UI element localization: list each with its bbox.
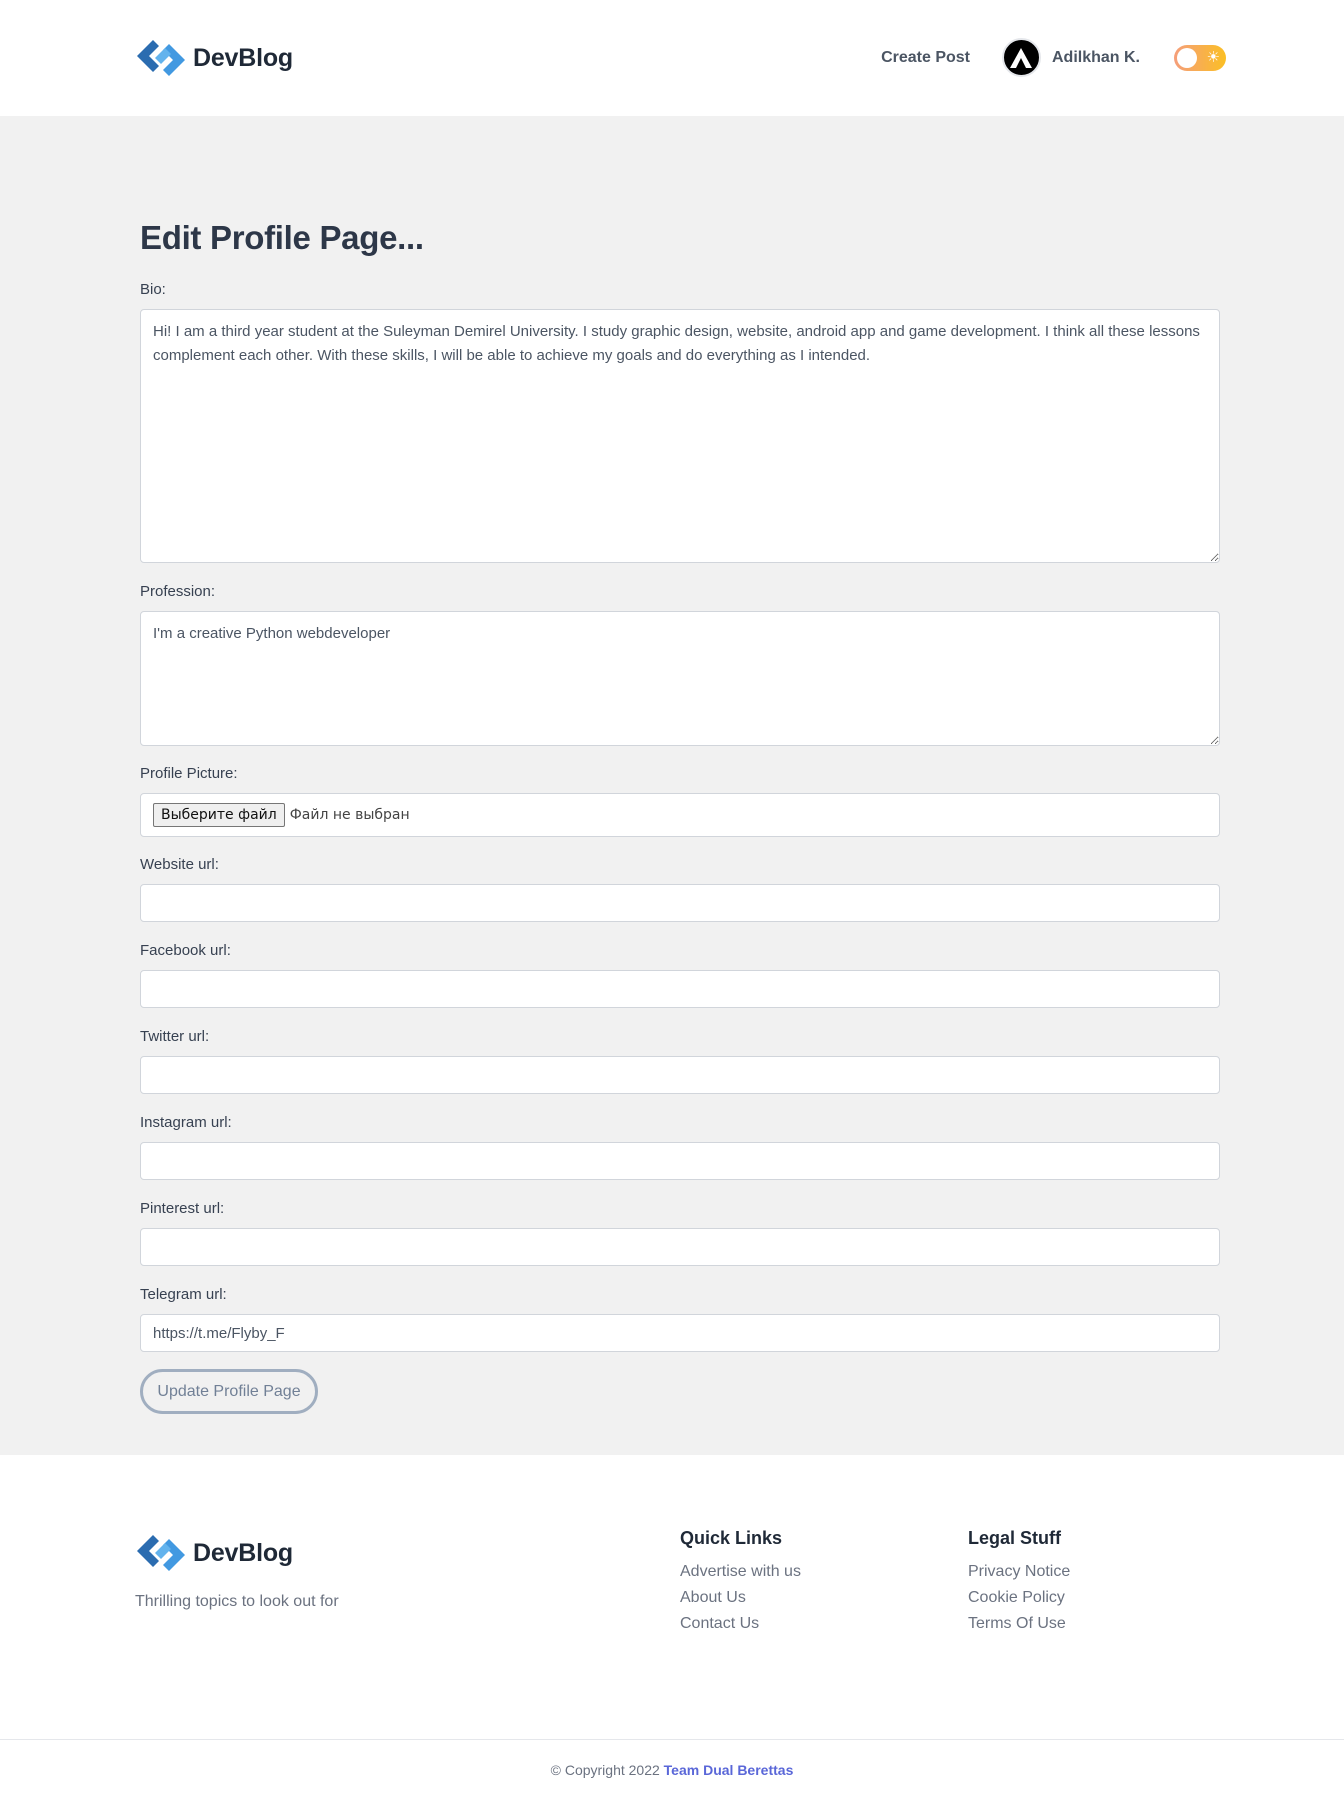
site-header: DevBlog Create Post Adilkhan K. ☀ [0,0,1344,116]
profession-label: Profession: [140,583,216,600]
brand-name: DevBlog [193,43,294,72]
theme-toggle[interactable]: ☀ [1174,44,1226,71]
top-nav: Create Post Adilkhan K. ☀ [881,38,1226,77]
footer-tagline: Thrilling topics to look out for [135,1593,339,1610]
footer-link-advertise[interactable]: Advertise with us [680,1559,801,1585]
page-title: Edit Profile Page... [140,219,424,256]
avatar[interactable] [1001,38,1041,77]
instagram-label: Instagram url: [140,1114,232,1131]
devblog-logo-icon [137,40,185,76]
choose-file-button[interactable]: Выберите файл [153,803,285,827]
footer-divider [0,1739,1344,1740]
sun-icon: ☀ [1206,48,1220,66]
profile-picture-input[interactable]: Выберите файл Файл не выбран [140,793,1220,837]
footer-link-about[interactable]: About Us [680,1585,801,1611]
legal-column: Legal Stuff Privacy Notice Cookie Policy… [968,1528,1070,1637]
twitter-label: Twitter url: [140,1028,210,1045]
footer-brand-name: DevBlog [193,1538,294,1567]
pinterest-url-input[interactable] [140,1228,1220,1266]
site-footer: DevBlog Thrilling topics to look out for… [0,1455,1344,1796]
update-profile-button[interactable]: Update Profile Page [140,1369,318,1414]
bio-label: Bio: [140,281,166,298]
file-status-text: Файл не выбран [289,807,410,823]
profession-textarea[interactable]: I'm a creative Python webdeveloper [140,611,1220,746]
copyright: © Copyright 2022 Team Dual Berettas [0,1762,1344,1778]
devblog-logo-icon [137,1535,185,1571]
user-name-link[interactable]: Adilkhan K. [1052,49,1140,67]
footer-link-privacy[interactable]: Privacy Notice [968,1559,1070,1585]
facebook-label: Facebook url: [140,942,231,959]
team-link[interactable]: Team Dual Berettas [664,1762,794,1778]
copyright-text: © Copyright 2022 [550,1762,664,1778]
footer-link-terms[interactable]: Terms Of Use [968,1611,1070,1637]
quick-links-column: Quick Links Advertise with us About Us C… [680,1528,801,1637]
brand-logo-link[interactable]: DevBlog [133,36,293,80]
avatar-a-icon [1010,47,1033,68]
twitter-url-input[interactable] [140,1056,1220,1094]
create-post-link[interactable]: Create Post [881,49,970,67]
footer-link-cookie[interactable]: Cookie Policy [968,1585,1070,1611]
website-url-input[interactable] [140,884,1220,922]
profile-picture-label: Profile Picture: [140,765,238,782]
footer-link-contact[interactable]: Contact Us [680,1611,801,1637]
website-label: Website url: [140,856,219,873]
footer-brand-logo-link[interactable]: DevBlog [133,1531,293,1575]
main-content: Edit Profile Page... Bio: Hi! I am a thi… [0,116,1344,1455]
telegram-label: Telegram url: [140,1286,227,1303]
instagram-url-input[interactable] [140,1142,1220,1180]
toggle-knob [1177,47,1197,68]
facebook-url-input[interactable] [140,970,1220,1008]
legal-title: Legal Stuff [968,1528,1061,1548]
bio-textarea[interactable]: Hi! I am a third year student at the Sul… [140,309,1220,563]
pinterest-label: Pinterest url: [140,1200,225,1217]
telegram-url-input[interactable] [140,1314,1220,1352]
quick-links-title: Quick Links [680,1528,783,1548]
